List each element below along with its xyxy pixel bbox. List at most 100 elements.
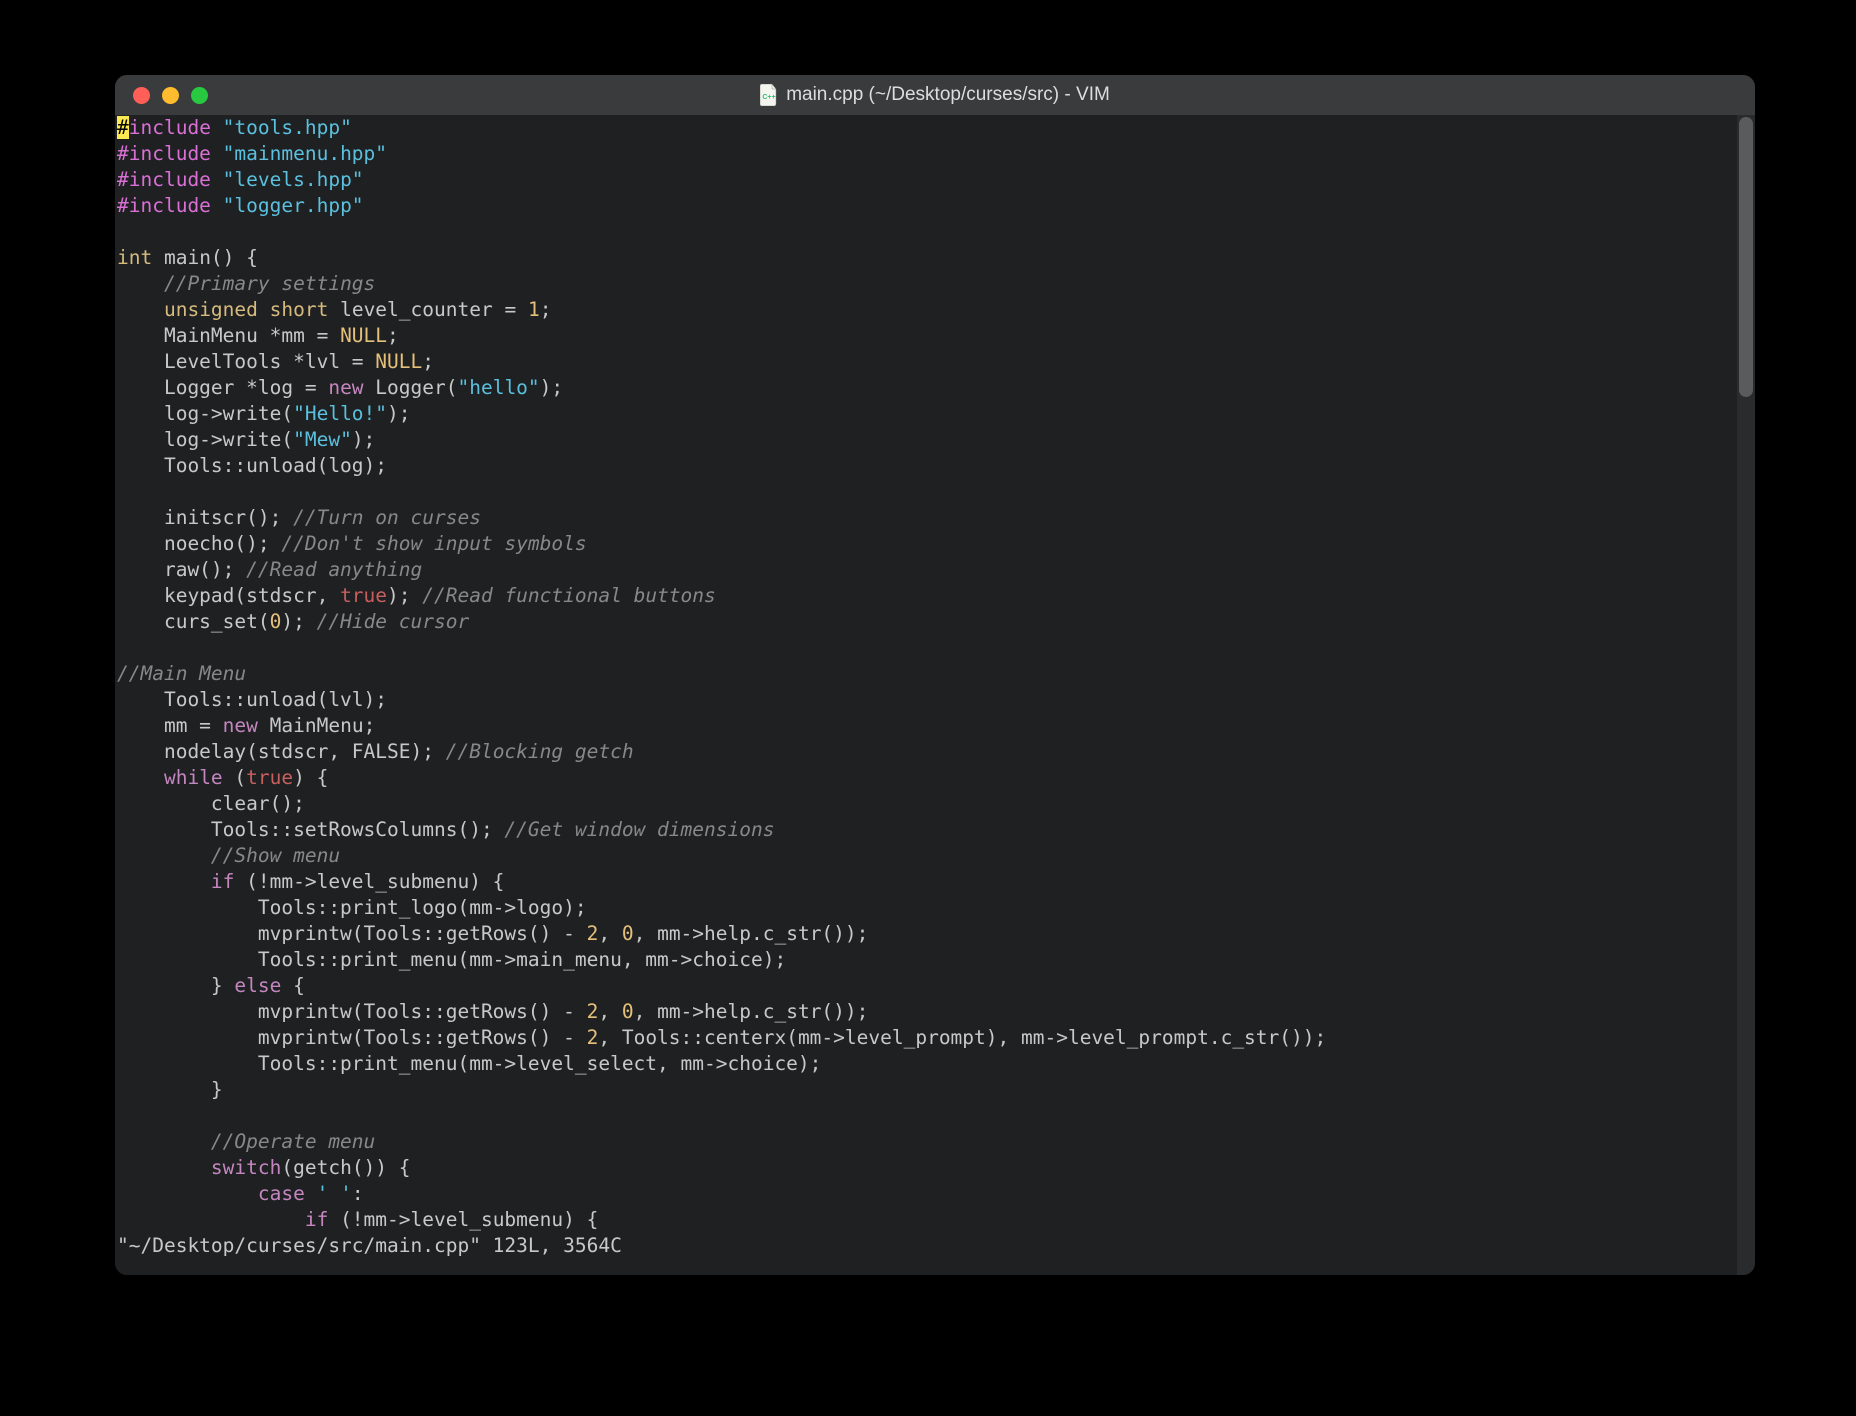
traffic-lights [115,87,208,104]
window-title-text: main.cpp (~/Desktop/curses/src) - VIM [786,84,1110,106]
code-token: //Turn on curses [293,506,481,529]
code-token: (getch()) { [281,1156,410,1179]
code-token [258,298,270,321]
code-token: //Don't show input symbols [281,532,586,555]
code-token: //Blocking getch [446,740,634,763]
code-token: ); [387,584,422,607]
code-token: else [234,974,281,997]
code-token: //Operate menu [211,1130,375,1153]
code-token: } [117,1078,223,1101]
code-token: //Main Menu [117,662,246,685]
code-token: raw(); [117,558,246,581]
code-token [117,870,211,893]
code-token: "logger.hpp" [223,194,364,217]
code-token: "mainmenu.hpp" [223,142,387,165]
code-token: true [340,584,387,607]
code-token: Logger( [364,376,458,399]
code-token: 2 [587,1026,599,1049]
code-token: Logger *log = [117,376,328,399]
close-icon[interactable] [133,87,150,104]
code-token: new [223,714,258,737]
code-token: "Mew" [293,428,352,451]
code-token: main() { [152,246,258,269]
code-token: : [352,1182,364,1205]
window-title: C++ main.cpp (~/Desktop/curses/src) - VI… [115,84,1755,106]
code-token: short [270,298,329,321]
code-token: initscr(); [117,506,293,529]
code-token: LevelTools *lvl = [117,350,375,373]
editor-area: #include "tools.hpp" #include "mainmenu.… [115,115,1755,1275]
code-token: # [117,116,129,139]
code-token: , mm->help.c_str()); [634,1000,869,1023]
code-token: Tools::setRowsColumns(); [117,818,504,841]
code-token: ; [387,324,399,347]
code-token: ) { [293,766,328,789]
code-token: NULL [375,350,422,373]
code-token: //Hide cursor [317,610,470,633]
code-token: 0 [622,1000,634,1023]
code-token: ); [540,376,563,399]
code-token: clear(); [117,792,305,815]
code-token: } [117,974,234,997]
code-token: , mm->help.c_str()); [634,922,869,945]
code-token: 2 [587,1000,599,1023]
code-token [117,1208,305,1231]
code-token: mm = [117,714,223,737]
code-token: nodelay(stdscr, FALSE); [117,740,446,763]
code-token: case [258,1182,305,1205]
code-token: 0 [270,610,282,633]
code-token: MainMenu; [258,714,375,737]
code-token: (!mm->level_submenu) { [234,870,504,893]
code-token: NULL [340,324,387,347]
code-token [117,298,164,321]
code-token: //Read functional buttons [422,584,716,607]
code-token: ; [540,298,552,321]
code-token: mvprintw(Tools::getRows() - [117,1026,587,1049]
status-line: "~/Desktop/curses/src/main.cpp" 123L, 35… [117,1234,622,1257]
code-token [117,766,164,789]
code-token: //Show menu [211,844,340,867]
scrollbar-thumb[interactable] [1739,117,1753,397]
minimize-icon[interactable] [162,87,179,104]
code-token: while [164,766,223,789]
scrollbar-track[interactable] [1737,115,1755,1275]
terminal-window: C++ main.cpp (~/Desktop/curses/src) - VI… [115,75,1755,1275]
code-token: 0 [622,922,634,945]
code-token: //Get window dimensions [504,818,774,841]
code-token: log->write( [117,402,293,425]
titlebar: C++ main.cpp (~/Desktop/curses/src) - VI… [115,75,1755,115]
code-token: ( [223,766,246,789]
code-token: "Hello!" [293,402,387,425]
code-token: curs_set( [117,610,270,633]
code-token: int [117,246,152,269]
code-token: include [129,116,223,139]
code-token: "levels.hpp" [223,168,364,191]
code-token: #include [117,142,223,165]
svg-text:C++: C++ [763,94,776,101]
code-token: keypad(stdscr, [117,584,340,607]
code-token: new [328,376,363,399]
code-token: ); [281,610,316,633]
code-token: if [211,870,234,893]
code-token [117,1156,211,1179]
code-token: switch [211,1156,281,1179]
code-token [117,1130,211,1153]
code-token: , [598,922,621,945]
code-token: Tools::unload(log); [117,454,387,477]
code-token: ' ' [317,1182,352,1205]
code-token [117,844,211,867]
code-token: ; [422,350,434,373]
code-token: Tools::print_logo(mm->logo); [117,896,587,919]
code-token: //Primary settings [164,272,375,295]
code-token: { [281,974,304,997]
code-token: #include [117,168,223,191]
code-token: level_counter = [328,298,528,321]
code-token: mvprintw(Tools::getRows() - [117,1000,587,1023]
code-token: 2 [587,922,599,945]
code-token: if [305,1208,328,1231]
fullscreen-icon[interactable] [191,87,208,104]
code-token [117,1182,258,1205]
code-token: , Tools::centerx(mm->level_prompt), mm->… [598,1026,1326,1049]
code-editor[interactable]: #include "tools.hpp" #include "mainmenu.… [115,115,1737,1275]
code-token: (!mm->level_submenu) { [328,1208,598,1231]
